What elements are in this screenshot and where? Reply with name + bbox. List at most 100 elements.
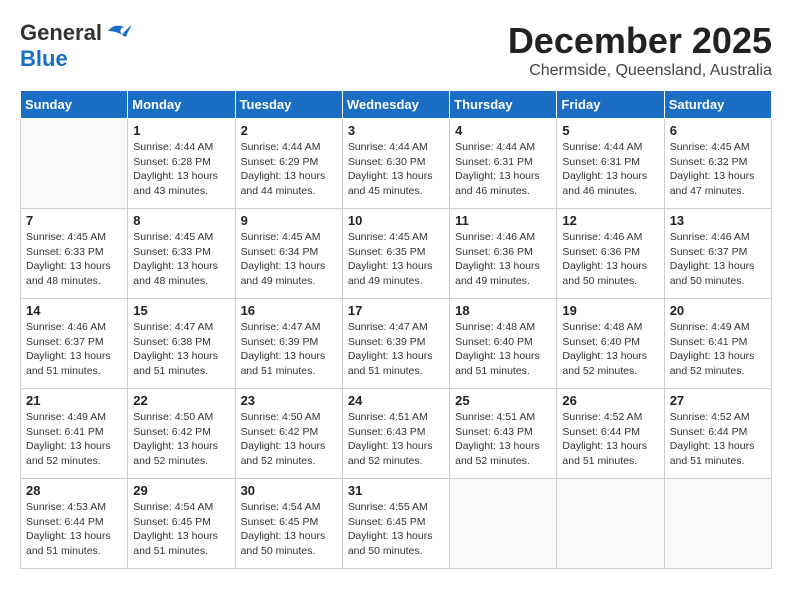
calendar-day-cell: 31 Sunrise: 4:55 AM Sunset: 6:45 PM Dayli… [342, 479, 449, 569]
calendar-day-cell: 5 Sunrise: 4:44 AM Sunset: 6:31 PM Daylig… [557, 119, 664, 209]
day-number: 10 [348, 213, 444, 228]
calendar-day-cell: 25 Sunrise: 4:51 AM Sunset: 6:43 PM Dayli… [450, 389, 557, 479]
calendar-day-cell: 24 Sunrise: 4:51 AM Sunset: 6:43 PM Dayli… [342, 389, 449, 479]
day-info: Sunrise: 4:46 AM Sunset: 6:37 PM Dayligh… [26, 320, 122, 379]
day-number: 11 [455, 213, 551, 228]
calendar-day-cell: 10 Sunrise: 4:45 AM Sunset: 6:35 PM Dayli… [342, 209, 449, 299]
day-info: Sunrise: 4:49 AM Sunset: 6:41 PM Dayligh… [670, 320, 766, 379]
calendar-day-cell: 17 Sunrise: 4:47 AM Sunset: 6:39 PM Dayli… [342, 299, 449, 389]
day-number: 26 [562, 393, 658, 408]
weekday-header: Friday [557, 91, 664, 119]
calendar-day-cell: 28 Sunrise: 4:53 AM Sunset: 6:44 PM Dayli… [21, 479, 128, 569]
day-number: 27 [670, 393, 766, 408]
day-number: 9 [241, 213, 337, 228]
calendar-day-cell: 29 Sunrise: 4:54 AM Sunset: 6:45 PM Dayli… [128, 479, 235, 569]
weekday-header: Saturday [664, 91, 771, 119]
day-info: Sunrise: 4:44 AM Sunset: 6:31 PM Dayligh… [455, 140, 551, 199]
calendar-table: SundayMondayTuesdayWednesdayThursdayFrid… [20, 90, 772, 569]
day-number: 21 [26, 393, 122, 408]
day-number: 15 [133, 303, 229, 318]
day-number: 7 [26, 213, 122, 228]
calendar-day-cell: 13 Sunrise: 4:46 AM Sunset: 6:37 PM Dayli… [664, 209, 771, 299]
weekday-header: Tuesday [235, 91, 342, 119]
day-number: 30 [241, 483, 337, 498]
calendar-day-cell: 18 Sunrise: 4:48 AM Sunset: 6:40 PM Dayli… [450, 299, 557, 389]
day-number: 23 [241, 393, 337, 408]
day-number: 28 [26, 483, 122, 498]
calendar-day-cell: 1Sunrise: 4:44 AM Sunset: 6:28 PM Daylig… [128, 119, 235, 209]
day-info: Sunrise: 4:51 AM Sunset: 6:43 PM Dayligh… [348, 410, 444, 469]
calendar-day-cell: 19Sunrise: 4:48 AM Sunset: 6:40 PM Dayli… [557, 299, 664, 389]
day-number: 20 [670, 303, 766, 318]
month-title: December 2025 [508, 20, 772, 62]
day-number: 14 [26, 303, 122, 318]
day-number: 29 [133, 483, 229, 498]
calendar-week-row: 28 Sunrise: 4:53 AM Sunset: 6:44 PM Dayli… [21, 479, 772, 569]
day-number: 16 [241, 303, 337, 318]
day-info: Sunrise: 4:46 AM Sunset: 6:36 PM Dayligh… [562, 230, 658, 289]
day-info: Sunrise: 4:55 AM Sunset: 6:45 PM Dayligh… [348, 500, 444, 559]
day-info: Sunrise: 4:51 AM Sunset: 6:43 PM Dayligh… [455, 410, 551, 469]
day-number: 22 [133, 393, 229, 408]
day-info: Sunrise: 4:45 AM Sunset: 6:33 PM Dayligh… [26, 230, 122, 289]
calendar-day-cell: 22Sunrise: 4:50 AM Sunset: 6:42 PM Dayli… [128, 389, 235, 479]
calendar-day-cell: 11 Sunrise: 4:46 AM Sunset: 6:36 PM Dayli… [450, 209, 557, 299]
calendar-week-row: 1Sunrise: 4:44 AM Sunset: 6:28 PM Daylig… [21, 119, 772, 209]
day-info: Sunrise: 4:44 AM Sunset: 6:30 PM Dayligh… [348, 140, 444, 199]
day-number: 25 [455, 393, 551, 408]
weekday-header: Sunday [21, 91, 128, 119]
day-number: 13 [670, 213, 766, 228]
calendar-day-cell: 8Sunrise: 4:45 AM Sunset: 6:33 PM Daylig… [128, 209, 235, 299]
calendar-week-row: 21 Sunrise: 4:49 AM Sunset: 6:41 PM Dayli… [21, 389, 772, 479]
calendar-header-row: SundayMondayTuesdayWednesdayThursdayFrid… [21, 91, 772, 119]
day-info: Sunrise: 4:54 AM Sunset: 6:45 PM Dayligh… [241, 500, 337, 559]
day-number: 31 [348, 483, 444, 498]
day-info: Sunrise: 4:48 AM Sunset: 6:40 PM Dayligh… [455, 320, 551, 379]
day-info: Sunrise: 4:45 AM Sunset: 6:32 PM Dayligh… [670, 140, 766, 199]
logo: General Blue [20, 20, 132, 72]
day-info: Sunrise: 4:44 AM Sunset: 6:31 PM Dayligh… [562, 140, 658, 199]
day-number: 18 [455, 303, 551, 318]
weekday-header: Wednesday [342, 91, 449, 119]
calendar-day-cell [664, 479, 771, 569]
calendar-day-cell: 16 Sunrise: 4:47 AM Sunset: 6:39 PM Dayli… [235, 299, 342, 389]
day-number: 19 [562, 303, 658, 318]
calendar-day-cell: 4Sunrise: 4:44 AM Sunset: 6:31 PM Daylig… [450, 119, 557, 209]
day-info: Sunrise: 4:44 AM Sunset: 6:29 PM Dayligh… [241, 140, 337, 199]
day-info: Sunrise: 4:45 AM Sunset: 6:34 PM Dayligh… [241, 230, 337, 289]
calendar-week-row: 14 Sunrise: 4:46 AM Sunset: 6:37 PM Dayli… [21, 299, 772, 389]
calendar-day-cell: 7 Sunrise: 4:45 AM Sunset: 6:33 PM Daylig… [21, 209, 128, 299]
day-number: 6 [670, 123, 766, 138]
day-info: Sunrise: 4:47 AM Sunset: 6:39 PM Dayligh… [241, 320, 337, 379]
calendar-day-cell: 3 Sunrise: 4:44 AM Sunset: 6:30 PM Daylig… [342, 119, 449, 209]
calendar-day-cell: 6 Sunrise: 4:45 AM Sunset: 6:32 PM Daylig… [664, 119, 771, 209]
day-number: 2 [241, 123, 337, 138]
day-info: Sunrise: 4:54 AM Sunset: 6:45 PM Dayligh… [133, 500, 229, 559]
logo-bird-icon [104, 21, 132, 41]
calendar-day-cell: 23 Sunrise: 4:50 AM Sunset: 6:42 PM Dayli… [235, 389, 342, 479]
day-number: 24 [348, 393, 444, 408]
day-info: Sunrise: 4:46 AM Sunset: 6:37 PM Dayligh… [670, 230, 766, 289]
calendar-day-cell [557, 479, 664, 569]
day-number: 3 [348, 123, 444, 138]
weekday-header: Monday [128, 91, 235, 119]
day-info: Sunrise: 4:53 AM Sunset: 6:44 PM Dayligh… [26, 500, 122, 559]
calendar-day-cell: 27 Sunrise: 4:52 AM Sunset: 6:44 PM Dayli… [664, 389, 771, 479]
day-number: 17 [348, 303, 444, 318]
day-number: 8 [133, 213, 229, 228]
day-number: 12 [562, 213, 658, 228]
day-number: 5 [562, 123, 658, 138]
day-info: Sunrise: 4:46 AM Sunset: 6:36 PM Dayligh… [455, 230, 551, 289]
day-info: Sunrise: 4:52 AM Sunset: 6:44 PM Dayligh… [670, 410, 766, 469]
location-title: Chermside, Queensland, Australia [508, 62, 772, 80]
day-number: 1 [133, 123, 229, 138]
calendar-day-cell: 15Sunrise: 4:47 AM Sunset: 6:38 PM Dayli… [128, 299, 235, 389]
page-header: General Blue December 2025 Chermside, Qu… [20, 20, 772, 80]
day-info: Sunrise: 4:45 AM Sunset: 6:35 PM Dayligh… [348, 230, 444, 289]
day-info: Sunrise: 4:50 AM Sunset: 6:42 PM Dayligh… [241, 410, 337, 469]
weekday-header: Thursday [450, 91, 557, 119]
title-area: December 2025 Chermside, Queensland, Aus… [508, 20, 772, 80]
day-info: Sunrise: 4:49 AM Sunset: 6:41 PM Dayligh… [26, 410, 122, 469]
day-info: Sunrise: 4:47 AM Sunset: 6:39 PM Dayligh… [348, 320, 444, 379]
calendar-day-cell: 30 Sunrise: 4:54 AM Sunset: 6:45 PM Dayli… [235, 479, 342, 569]
